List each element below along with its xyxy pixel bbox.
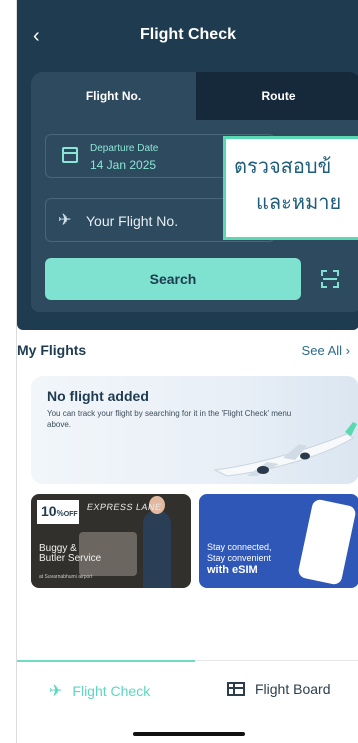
esim-line1: Stay connected, [207,542,272,552]
barcode-scan-icon[interactable] [321,270,339,288]
search-button[interactable]: Search [45,258,301,300]
see-all-label: See All [301,343,343,358]
airplane-icon: ✈ [49,683,63,700]
badge-percent: % [56,509,64,518]
app-frame: ‹ Flight Check Flight No. Route Departur… [16,0,358,743]
buggy-title: Buggy & Butler Service [39,544,101,564]
nav-flight-check[interactable]: ✈ Flight Check [49,681,150,701]
esim-text: Stay connected, Stay convenient [207,542,272,564]
buggy-butler-banner[interactable]: 10%OFF EXPRESS LANE Buggy & Butler Servi… [31,494,191,588]
departure-date-value: 14 Jan 2025 [90,158,157,172]
buggy-subtitle: at Suvarnabhumi airport [39,574,93,580]
airplane-icon: ✈ [58,212,72,229]
my-flights-title: My Flights [17,342,87,358]
flight-number-placeholder: Your Flight No. [86,213,179,229]
badge-number: 10 [41,503,57,519]
nav-flight-board-label: Flight Board [255,681,331,697]
express-lane-label: EXPRESS LANE [86,502,163,512]
tab-route[interactable]: Route [196,72,358,120]
badge-off: OFF [63,511,78,518]
tab-flight-no[interactable]: Flight No. [31,72,196,120]
active-tab-indicator [17,660,195,662]
page-title: Flight Check [139,26,236,43]
home-indicator [133,732,245,736]
thai-text-overlay: ตรวจสอบข้ และหมาย [223,136,358,240]
nav-flight-board[interactable]: Flight Board [227,681,330,697]
bottom-nav: ✈ Flight Check Flight Board [17,660,358,716]
no-flight-title: No flight added [47,388,149,404]
chevron-right-icon: › [345,343,350,358]
buggy-title-line2: Butler Service [39,553,102,564]
phone-image [297,498,357,586]
esim-banner[interactable]: Stay connected, Stay convenient with eSI… [199,494,358,588]
airplane-illustration [213,422,357,477]
esim-line2: Stay convenient [207,553,272,563]
overlay-line-2: และหมาย [256,192,342,214]
staff-image [143,496,171,588]
calendar-icon [62,147,78,163]
no-flight-card: No flight added You can track your fligh… [31,376,358,484]
discount-badge: 10%OFF [37,500,79,524]
nav-flight-check-label: Flight Check [72,683,151,699]
esim-title: with eSIM [207,564,258,576]
overlay-line-1: ตรวจสอบข้ [234,156,332,178]
board-icon [227,682,245,696]
see-all-link[interactable]: See All › [302,343,350,358]
departure-date-label: Departure Date [90,143,159,154]
